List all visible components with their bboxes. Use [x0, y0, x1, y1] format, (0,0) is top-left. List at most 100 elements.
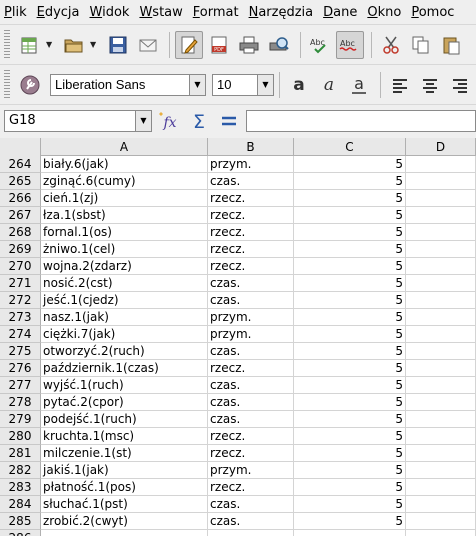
row-number[interactable]: 282 [0, 462, 41, 479]
cell-c[interactable]: 5 [294, 207, 406, 224]
cell-c[interactable]: 5 [294, 479, 406, 496]
cell-c[interactable]: 5 [294, 462, 406, 479]
cell-d[interactable] [406, 173, 476, 190]
row-number[interactable]: 283 [0, 479, 41, 496]
new-dropdown-arrow[interactable]: ▼ [46, 40, 54, 49]
name-box[interactable]: G18 ▼ [4, 109, 152, 132]
cell-a[interactable] [41, 530, 208, 536]
cell-d[interactable] [406, 479, 476, 496]
open-dropdown-arrow[interactable]: ▼ [90, 40, 98, 49]
cell-d[interactable] [406, 360, 476, 377]
menu-item-wstaw[interactable]: Wstaw [139, 5, 182, 20]
cell-b[interactable]: czas. [208, 411, 294, 428]
cell-a[interactable]: fornal.1(os) [41, 224, 208, 241]
cell-a[interactable]: płatność.1(pos) [41, 479, 208, 496]
cell-d[interactable] [406, 156, 476, 173]
cell-d[interactable] [406, 343, 476, 360]
row-number[interactable]: 271 [0, 275, 41, 292]
cell-b[interactable]: rzecz. [208, 258, 294, 275]
column-header-d[interactable]: D [406, 138, 476, 156]
open-button[interactable] [60, 31, 88, 59]
row-number[interactable]: 277 [0, 377, 41, 394]
cut-button[interactable] [377, 31, 405, 59]
cell-d[interactable] [406, 258, 476, 275]
function-wizard-button[interactable]: fx [156, 108, 182, 134]
cell-a[interactable]: ciężki.7(jak) [41, 326, 208, 343]
cell-d[interactable] [406, 496, 476, 513]
cell-d[interactable] [406, 428, 476, 445]
cell-c[interactable]: 5 [294, 190, 406, 207]
cell-b[interactable]: czas. [208, 173, 294, 190]
row-number[interactable]: 284 [0, 496, 41, 513]
cell-a[interactable]: otworzyć.2(ruch) [41, 343, 208, 360]
formula-button[interactable] [216, 108, 242, 134]
cell-b[interactable]: rzecz. [208, 428, 294, 445]
row-number[interactable]: 274 [0, 326, 41, 343]
cell-d[interactable] [406, 462, 476, 479]
cell-b[interactable]: rzecz. [208, 241, 294, 258]
cell-c[interactable]: 5 [294, 343, 406, 360]
cell-a[interactable]: żniwo.1(cel) [41, 241, 208, 258]
cell-c[interactable]: 5 [294, 445, 406, 462]
cell-d[interactable] [406, 445, 476, 462]
cell-a[interactable]: biały.6(jak) [41, 156, 208, 173]
email-button[interactable] [134, 31, 162, 59]
column-header-c[interactable]: C [294, 138, 406, 156]
cell-c[interactable] [294, 530, 406, 536]
toolbar-grip[interactable] [4, 29, 10, 60]
print-button[interactable] [235, 31, 263, 59]
cell-b[interactable]: czas. [208, 275, 294, 292]
cell-c[interactable]: 5 [294, 156, 406, 173]
cell-a[interactable]: kruchta.1(msc) [41, 428, 208, 445]
menu-item-okno[interactable]: Okno [367, 5, 401, 20]
print-preview-button[interactable] [265, 31, 293, 59]
cell-c[interactable]: 5 [294, 258, 406, 275]
menu-item-dane[interactable]: Dane [323, 5, 357, 20]
cell-b[interactable]: czas. [208, 292, 294, 309]
formula-input[interactable] [246, 109, 476, 132]
toolbar-grip[interactable] [4, 69, 10, 100]
cell-a[interactable]: nosić.2(cst) [41, 275, 208, 292]
row-number[interactable]: 267 [0, 207, 41, 224]
cell-d[interactable] [406, 207, 476, 224]
cell-c[interactable]: 5 [294, 326, 406, 343]
cell-c[interactable]: 5 [294, 224, 406, 241]
cell-c[interactable]: 5 [294, 360, 406, 377]
export-pdf-button[interactable]: PDF [205, 31, 233, 59]
menu-item-edycja[interactable]: Edycja [37, 5, 80, 20]
cell-b[interactable]: rzecz. [208, 360, 294, 377]
cell-c[interactable]: 5 [294, 428, 406, 445]
cell-b[interactable]: rzecz. [208, 479, 294, 496]
cell-a[interactable]: wojna.2(zdarz) [41, 258, 208, 275]
row-number[interactable]: 270 [0, 258, 41, 275]
font-name-combo[interactable]: Liberation Sans ▼ [50, 73, 206, 96]
cell-d[interactable] [406, 309, 476, 326]
cell-a[interactable]: październik.1(czas) [41, 360, 208, 377]
cell-a[interactable]: podejść.1(ruch) [41, 411, 208, 428]
align-right-button[interactable] [446, 71, 474, 99]
edit-mode-button[interactable] [175, 30, 203, 59]
cell-c[interactable]: 5 [294, 292, 406, 309]
font-size-combo[interactable]: 10 ▼ [212, 73, 274, 96]
cell-a[interactable]: nasz.1(jak) [41, 309, 208, 326]
row-number[interactable]: 273 [0, 309, 41, 326]
bold-button[interactable]: a [285, 71, 313, 99]
cell-a[interactable]: milczenie.1(st) [41, 445, 208, 462]
cell-b[interactable]: rzecz. [208, 445, 294, 462]
cell-b[interactable]: czas. [208, 394, 294, 411]
cell-d[interactable] [406, 190, 476, 207]
new-document-button[interactable] [16, 31, 44, 59]
underline-button[interactable]: a [345, 71, 373, 99]
cell-c[interactable]: 5 [294, 513, 406, 530]
cell-b[interactable]: rzecz. [208, 224, 294, 241]
cell-d[interactable] [406, 241, 476, 258]
row-number[interactable]: 281 [0, 445, 41, 462]
save-button[interactable] [104, 31, 132, 59]
row-number[interactable]: 285 [0, 513, 41, 530]
cell-b[interactable]: rzecz. [208, 190, 294, 207]
row-number[interactable]: 278 [0, 394, 41, 411]
column-header-a[interactable]: A [41, 138, 208, 156]
cell-b[interactable]: rzecz. [208, 207, 294, 224]
menu-item-plik[interactable]: Plik [4, 5, 27, 20]
column-header-b[interactable]: B [208, 138, 294, 156]
